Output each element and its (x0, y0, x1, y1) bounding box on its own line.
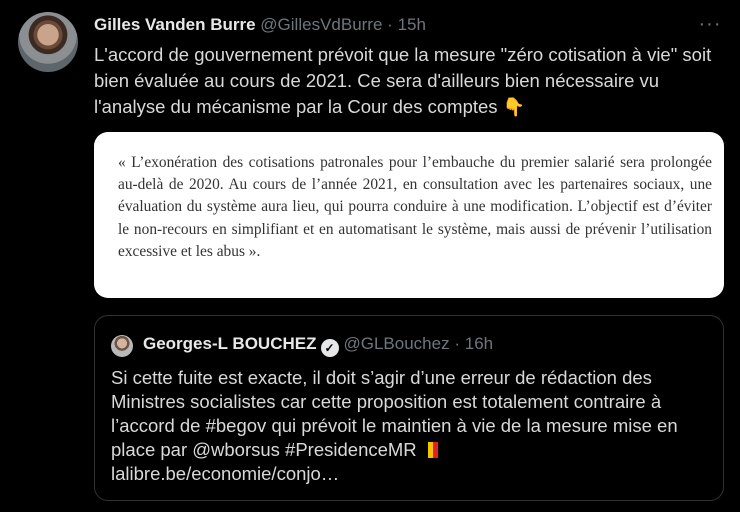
pointing-down-emoji: 👇 (502, 97, 526, 117)
author-avatar[interactable] (18, 12, 78, 72)
author-name[interactable]: Gilles Vanden Burre (94, 15, 256, 34)
tweet-header: Gilles Vanden Burre @GillesVdBurre · 15h (94, 14, 720, 38)
verified-badge-icon: ✓ (320, 339, 339, 357)
header-separator: · (387, 15, 393, 34)
author-handle[interactable]: @GillesVdBurre (260, 15, 382, 34)
quoted-tweet-body: Si cette fuite est exacte, il doit s’agi… (111, 366, 691, 486)
more-options-icon[interactable]: ··· (698, 12, 722, 36)
tweet-time[interactable]: 15h (398, 15, 426, 34)
quoted-author-avatar[interactable] (111, 335, 133, 357)
quoted-header-separator: · (454, 334, 460, 353)
tweet-body: L'accord de gouvernement prévoit que la … (94, 42, 724, 120)
tweet-image[interactable]: « L’exonération des cotisations patronal… (94, 132, 724, 298)
quoted-tweet-time[interactable]: 16h (465, 334, 493, 353)
quoted-tweet-link[interactable]: lalibre.be/economie/conjo… (111, 463, 339, 484)
tweet-text: L'accord de gouvernement prévoit que la … (94, 44, 712, 117)
quoted-tweet-header: Georges-L BOUCHEZ ✓ @GLBouchez · 16h (143, 333, 493, 357)
quoted-author-handle[interactable]: @GLBouchez (344, 334, 450, 353)
image-quoted-text: « L’exonération des cotisations patronal… (118, 154, 712, 260)
belgium-flag-icon (423, 440, 438, 458)
quoted-tweet-text: Si cette fuite est exacte, il doit s’agi… (111, 367, 678, 460)
quoted-tweet[interactable]: Georges-L BOUCHEZ ✓ @GLBouchez · 16h Si ce… (94, 315, 724, 501)
quoted-author-name[interactable]: Georges-L BOUCHEZ (143, 334, 317, 353)
